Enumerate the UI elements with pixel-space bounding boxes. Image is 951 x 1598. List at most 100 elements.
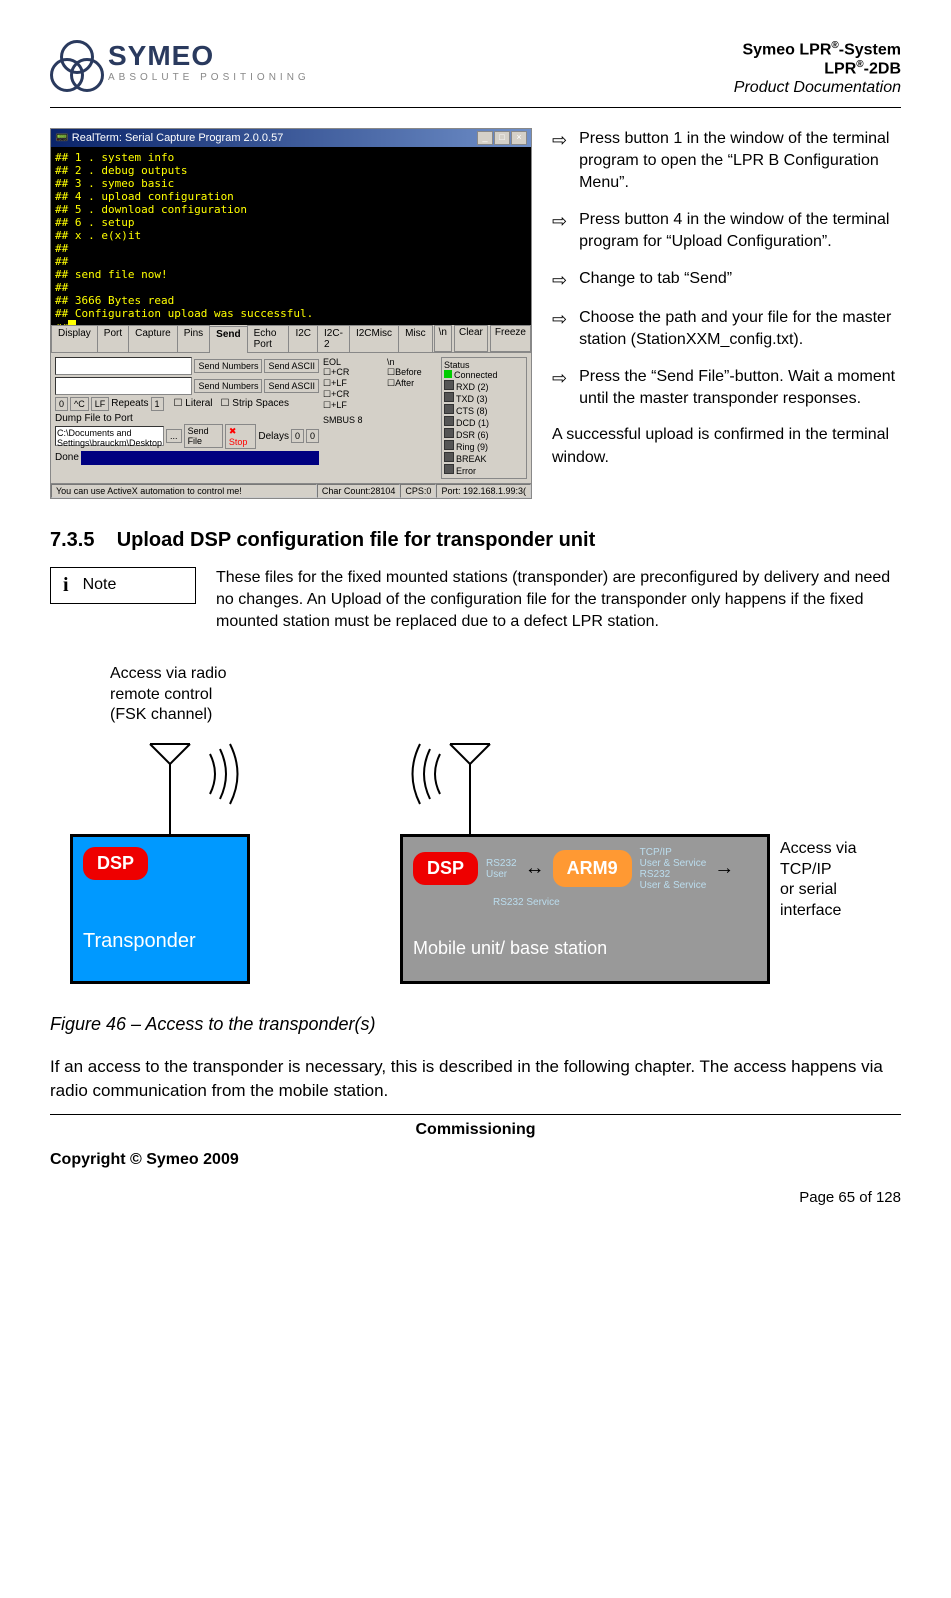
delay-1[interactable]: 0: [291, 429, 304, 443]
status-error: Error: [456, 466, 476, 476]
body-paragraph: If an access to the transponder is neces…: [50, 1055, 901, 1103]
tab-pins[interactable]: Pins: [177, 325, 210, 352]
figure-and-steps: 📟 RealTerm: Serial Capture Program 2.0.0…: [50, 128, 901, 499]
status-dsr: DSR (6): [456, 430, 489, 440]
step-2: Press button 4 in the window of the term…: [579, 209, 901, 254]
reg-mark: ®: [831, 40, 838, 51]
tab-capture[interactable]: Capture: [128, 325, 178, 352]
literal-checkbox[interactable]: Literal: [185, 398, 212, 409]
done-label: Done: [55, 452, 79, 463]
smbus-select[interactable]: SMBUS 8: [323, 415, 383, 425]
eol-label: EOL: [323, 357, 383, 367]
tab-send[interactable]: Send: [209, 326, 247, 353]
send-numbers-button-2[interactable]: Send Numbers: [194, 379, 262, 393]
mobile-unit-box: DSP RS232 User ↔ ARM9 TCP/IP User & Serv…: [400, 834, 770, 984]
strip-checkbox[interactable]: Strip Spaces: [232, 398, 289, 409]
dsp-chip-left: DSP: [83, 847, 148, 880]
tab-misc[interactable]: Misc: [398, 325, 433, 352]
delay-2[interactable]: 0: [306, 429, 319, 443]
logo-icon: [50, 40, 100, 90]
arrow-icon: ⇨: [552, 209, 567, 254]
status-ring: Ring (9): [456, 442, 488, 452]
instruction-steps: ⇨Press button 1 in the window of the ter…: [552, 128, 901, 499]
sendfile-button[interactable]: Send File: [184, 424, 223, 448]
tab-bar: Display Port Capture Pins Send Echo Port…: [51, 325, 531, 353]
statusbar: You can use ActiveX automation to contro…: [51, 483, 531, 498]
arrow-icon: ⇨: [552, 128, 567, 195]
footer-section-name: Commissioning: [50, 1121, 901, 1139]
send-panel: Send Numbers Send ASCII Send Numbers Sen…: [51, 353, 531, 483]
step-4: Choose the path and your file for the ma…: [579, 307, 901, 352]
send-input-2[interactable]: [55, 377, 192, 395]
tcpip-label: TCP/IP User & Service RS232 User & Servi…: [640, 847, 707, 891]
stop-text: Stop: [229, 437, 248, 447]
terminal-screenshot: 📟 RealTerm: Serial Capture Program 2.0.0…: [50, 128, 532, 499]
page-header: SYMEO ABSOLUTE POSITIONING Symeo LPR®-Sy…: [50, 40, 901, 108]
header-line1a: Symeo LPR: [742, 41, 831, 58]
step-3: Change to tab “Send”: [579, 268, 732, 293]
status-cts: CTS (8): [456, 406, 488, 416]
clear-button[interactable]: Clear: [454, 325, 488, 352]
note-box: i Note: [50, 567, 196, 604]
send-numbers-button-1[interactable]: Send Numbers: [194, 359, 262, 373]
eol-lf-2[interactable]: +LF: [331, 400, 347, 410]
arm9-chip: ARM9: [553, 850, 632, 887]
arrow-icon: ⇨: [552, 307, 567, 352]
note-row: i Note These files for the fixed mounted…: [50, 567, 901, 634]
section-heading: 7.3.5 Upload DSP configuration file for …: [50, 529, 901, 552]
eol-cr-2[interactable]: +CR: [331, 389, 349, 399]
status-title: Status: [444, 360, 524, 370]
diagram-figure: Access via radio remote control (FSK cha…: [50, 664, 901, 1004]
status-connected: Connected: [454, 370, 498, 380]
status-txd: TXD (3): [456, 394, 488, 404]
after-checkbox[interactable]: After: [395, 378, 414, 388]
rs232-user-label: RS232 User: [486, 858, 517, 880]
dump-label: Dump File to Port: [55, 413, 319, 424]
page-number: Page 65 of 128: [50, 1189, 901, 1206]
step-5: Press the “Send File”-button. Wait a mom…: [579, 366, 901, 411]
lf-button[interactable]: LF: [91, 397, 110, 411]
diagram-left-label: Access via radio remote control (FSK cha…: [110, 664, 227, 726]
rs232-service-label: RS232 Service: [493, 897, 757, 908]
newline-button[interactable]: \n: [434, 325, 452, 352]
eol-lf-1[interactable]: +LF: [331, 378, 347, 388]
window-titlebar: 📟 RealTerm: Serial Capture Program 2.0.0…: [51, 129, 531, 147]
before-checkbox[interactable]: Before: [395, 367, 422, 377]
tab-i2c2[interactable]: I2C-2: [317, 325, 350, 352]
section-number: 7.3.5: [50, 529, 94, 551]
dump-path-input[interactable]: C:\Documents and Settings\brauckm\Deskto…: [55, 426, 164, 446]
console-output: ## 1 . system info ## 2 . debug outputs …: [51, 147, 531, 325]
tab-port[interactable]: Port: [97, 325, 129, 352]
status-break: BREAK: [456, 454, 487, 464]
copyright: Copyright © Symeo 2009: [50, 1151, 901, 1169]
ctrlc-button[interactable]: ^C: [70, 397, 89, 411]
send-input-1[interactable]: [55, 357, 192, 375]
tab-echoport[interactable]: Echo Port: [247, 325, 290, 352]
tab-i2c[interactable]: I2C: [288, 325, 318, 352]
statusbar-port: Port: 192.168.1.99:3(: [436, 484, 531, 498]
window-title: RealTerm: Serial Capture Program 2.0.0.5…: [72, 132, 284, 144]
stop-button[interactable]: ✖ Stop: [225, 424, 257, 449]
step-final: A successful upload is confirmed in the …: [552, 424, 901, 469]
status-box: Status Connected RXD (2) TXD (3) CTS (8)…: [441, 357, 527, 479]
send-ascii-button-2[interactable]: Send ASCII: [264, 379, 319, 393]
status-dcd: DCD (1): [456, 418, 489, 428]
transponder-box: DSP Transponder: [70, 834, 250, 984]
transponder-label: Transponder: [83, 930, 237, 953]
repeats-value[interactable]: 1: [151, 397, 164, 411]
logo-main-text: SYMEO: [108, 40, 310, 72]
console-text: ## 1 . system info ## 2 . debug outputs …: [55, 151, 313, 325]
note-text: These files for the fixed mounted statio…: [216, 567, 901, 634]
browse-button[interactable]: ...: [166, 429, 182, 443]
tab-i2cmisc[interactable]: I2CMisc: [349, 325, 399, 352]
tab-display[interactable]: Display: [51, 325, 98, 352]
mobile-caption: Mobile unit/ base station: [413, 938, 757, 959]
eol-cr-1[interactable]: +CR: [331, 367, 349, 377]
zero-button[interactable]: 0: [55, 397, 68, 411]
send-ascii-button-1[interactable]: Send ASCII: [264, 359, 319, 373]
doc-title-block: Symeo LPR®-System LPR®-2DB Product Docum…: [734, 40, 901, 97]
statusbar-count: Char Count:28104: [317, 484, 401, 498]
figure-caption: Figure 46 – Access to the transponder(s): [50, 1014, 901, 1035]
header-line2a: LPR: [824, 61, 856, 78]
freeze-button[interactable]: Freeze: [490, 325, 531, 352]
